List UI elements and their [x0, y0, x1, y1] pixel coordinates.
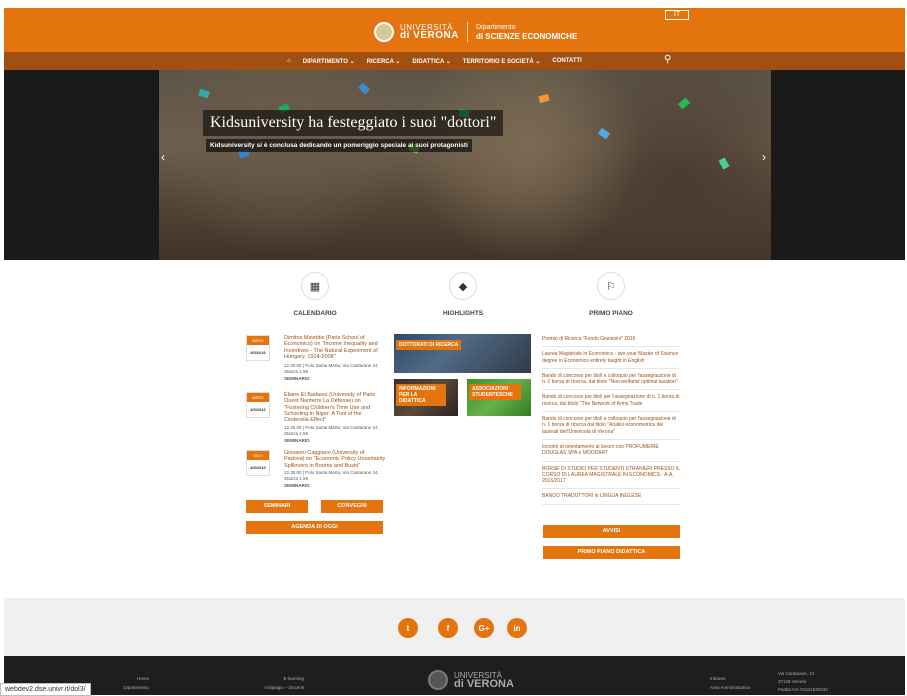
highlight-associazioni[interactable]: ASSOCIAZIONI STUDENTESCHE	[467, 379, 531, 416]
nav-menu: ⌂ DIPARTIMENTO ⌄ RICERCA ⌄ DIDATTICA ⌄ T…	[287, 58, 582, 65]
nav-item-territorio[interactable]: TERRITORIO E SOCIETÀ ⌄	[463, 58, 541, 65]
hero-title[interactable]: Kidsuniversity ha festeggiato i suoi "do…	[203, 110, 504, 136]
event-type: SEMINARIO	[284, 438, 310, 443]
tag-icon: ◆	[449, 272, 477, 300]
seminari-button[interactable]: SEMINARI	[246, 500, 308, 513]
confetti-shape	[677, 97, 691, 110]
convegni-button[interactable]: CONVEGNI	[321, 500, 383, 513]
event-date-badge: GIOV 4/5/2016	[246, 450, 270, 476]
university-name: UNIVERSITÀ di VERONA	[400, 24, 459, 41]
highlight-informazioni-label: INFORMAZIONI PER LA DIDATTICA	[396, 384, 446, 406]
event-date: 4/5/2016	[250, 350, 266, 355]
primo-piano-item[interactable]: Bando di concorso per titoli per l'asseg…	[542, 394, 681, 413]
social-bar: t f G+ in	[4, 598, 905, 656]
nav-item-dipartimento[interactable]: DIPARTIMENTO ⌄	[303, 58, 355, 65]
event-title[interactable]: Eliane El Badaoui (University of Paris O…	[284, 392, 386, 423]
department-name: Dipartimento di SCIENZE ECONOMICHE	[476, 23, 577, 41]
event-item[interactable]: MERC 4/5/2016 Eliane El Badaoui (Univers…	[246, 392, 386, 443]
megaphone-icon: ⚐	[597, 272, 625, 300]
primo-piano-item[interactable]: BORSE DI STUDIO PER STUDENTI STRANIERI P…	[542, 466, 681, 490]
highlight-associazioni-label: ASSOCIAZIONI STUDENTESCHE	[469, 384, 521, 400]
confetti-shape	[198, 88, 210, 99]
event-title[interactable]: Giovanni Caggiano (University of Padova)…	[284, 450, 386, 469]
nav-item-contatti[interactable]: CONTATTI	[552, 58, 581, 64]
confetti-shape	[597, 127, 611, 140]
browser-status-url: webdev2.dse.univr.it/dol3/	[0, 683, 91, 696]
carousel-prev-icon[interactable]: ‹	[161, 150, 165, 164]
event-month: GIOV	[247, 451, 269, 460]
footer-seal-icon	[428, 670, 448, 690]
footer-address-line: 37129 Verona	[778, 679, 807, 684]
language-flag-button[interactable]: IT	[665, 10, 689, 20]
event-place: 12.30.00 | Polo Santa Marta, Via Cantara…	[284, 363, 379, 374]
event-month: MERC	[247, 336, 269, 345]
highlight-dottorati-label: DOTTORATI DI RICERCA	[396, 340, 462, 350]
hero-carousel: ‹ ›	[4, 70, 905, 260]
google-plus-icon[interactable]: G+	[474, 618, 494, 638]
event-date: 4/5/2016	[250, 407, 266, 412]
site-footer: Home Dipartimento E-learning Antiplagio …	[4, 656, 905, 695]
event-month: MERC	[247, 393, 269, 402]
event-place: 12.30.00 | Polo Santa Marta, Via Cantara…	[284, 425, 379, 436]
footer-link-elearning[interactable]: E-learning	[252, 674, 304, 683]
footer-address-line: Via Cantarane, 24	[778, 671, 815, 676]
calendario-title: CALENDARIO	[293, 310, 337, 317]
nav-item-didattica[interactable]: DIDATTICA ⌄	[412, 58, 450, 65]
event-date-badge: MERC 4/5/2016	[246, 392, 270, 418]
footer-address-line: Partita IVA 01541040232	[778, 687, 828, 692]
footer-link-home[interactable]: Home	[114, 674, 149, 683]
hero-subtitle: Kidsuniversity si è conclusa dedicando u…	[206, 139, 472, 152]
calendar-icon: ▦	[301, 272, 329, 300]
search-icon[interactable]: ⚲	[664, 54, 671, 65]
university-name-line2: di VERONA	[400, 30, 459, 41]
site-logo[interactable]: UNIVERSITÀ di VERONA Dipartimento di SCI…	[374, 22, 577, 42]
twitter-icon[interactable]: t	[398, 618, 418, 638]
facebook-icon[interactable]: f	[438, 618, 458, 638]
home-icon[interactable]: ⌂	[287, 58, 291, 64]
agenda-di-oggi-button[interactable]: AGENDA DI OGGI	[246, 521, 383, 534]
footer-logo[interactable]: UNIVERSITÀ di VERONA	[428, 670, 514, 690]
event-item[interactable]: MERC 4/5/2016 Dimitris Mavridis (Paris S…	[246, 335, 386, 385]
language-label: IT	[673, 11, 681, 18]
footer-link-intranet[interactable]: Intranet	[710, 674, 750, 683]
highlights-title: HIGHLIGHTS	[442, 310, 484, 317]
university-seal-icon	[374, 22, 394, 42]
department-name-line1: Dipartimento	[475, 24, 516, 31]
footer-university-name: UNIVERSITÀ di VERONA	[454, 671, 514, 690]
primo-piano-title: PRIMO PIANO	[589, 310, 633, 317]
event-item[interactable]: GIOV 4/5/2016 Giovanni Caggiano (Univers…	[246, 450, 386, 495]
top-header: IT UNIVERSITÀ di VERONA Dipartimento di …	[4, 8, 905, 52]
footer-link-antiplagio[interactable]: Antiplagio – Docenti	[252, 683, 304, 692]
hero-image[interactable]	[159, 70, 771, 260]
event-title[interactable]: Dimitris Mavridis (Paris School of Econo…	[284, 335, 386, 360]
avvisi-button[interactable]: AVVISI	[543, 525, 680, 538]
primo-piano-list: Premio di Ricerca "Fondo Gianesini" 2016…	[542, 336, 681, 509]
primo-piano-item[interactable]: Incontri di orientamento al lavoro con P…	[542, 444, 681, 462]
highlight-informazioni[interactable]: INFORMAZIONI PER LA DIDATTICA	[394, 379, 458, 416]
nav-item-ricerca[interactable]: RICERCA ⌄	[367, 58, 401, 65]
primo-piano-item[interactable]: Premio di Ricerca "Fondo Gianesini" 2016	[542, 336, 681, 348]
footer-university-line2: di VERONA	[454, 678, 514, 690]
event-date-badge: MERC 4/5/2016	[246, 335, 270, 361]
main-navbar: ⌂ DIPARTIMENTO ⌄ RICERCA ⌄ DIDATTICA ⌄ T…	[4, 52, 905, 70]
primo-piano-item[interactable]: Bando di concorso per titoli e colloquio…	[542, 416, 681, 440]
linkedin-icon[interactable]: in	[507, 618, 527, 638]
confetti-shape	[718, 157, 730, 170]
primo-piano-didattica-button[interactable]: PRIMO PIANO DIDATTICA	[543, 546, 680, 559]
primo-piano-item[interactable]: Laurea Magistrale in Economics - two-yea…	[542, 351, 681, 369]
highlight-dottorati[interactable]: DOTTORATI DI RICERCA	[394, 334, 531, 373]
confetti-shape	[357, 82, 371, 95]
event-type: SEMINARIO	[284, 483, 310, 488]
confetti-shape	[538, 93, 550, 104]
event-place: 12.30.00 | Polo Santa Marta, Via Cantara…	[284, 470, 379, 481]
logo-divider	[466, 22, 468, 42]
footer-link-dipartimento[interactable]: Dipartimento	[114, 683, 149, 692]
event-date: 4/5/2016	[250, 465, 266, 470]
footer-link-area-amministrativa[interactable]: Area Amministrativa	[710, 683, 750, 692]
carousel-next-icon[interactable]: ›	[762, 150, 766, 164]
primo-piano-item[interactable]: BANDO TRADUTTORI in LINGUA INGLESE	[542, 493, 681, 505]
department-name-line2: di SCIENZE ECONOMICHE	[475, 32, 578, 41]
event-type: SEMINARIO	[284, 376, 310, 381]
primo-piano-item[interactable]: Bando di concorso per titoli e colloquio…	[542, 373, 681, 391]
